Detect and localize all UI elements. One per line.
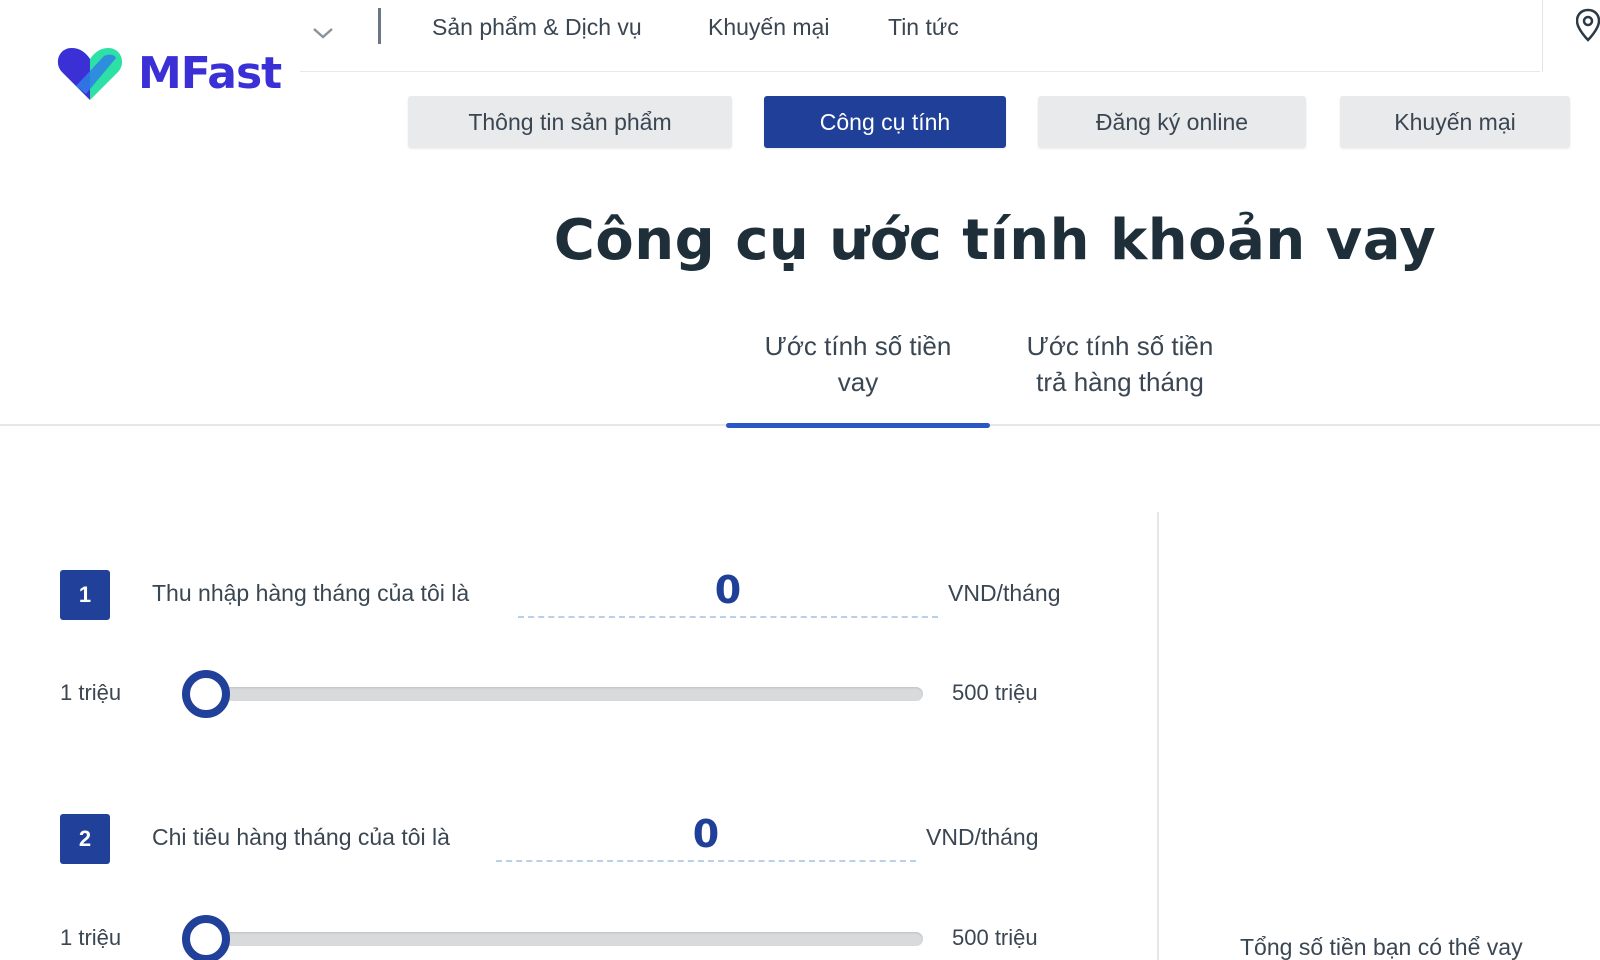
nav-divider [378,8,381,44]
result-label: Tổng số tiền bạn có thể vay [1240,934,1523,960]
header-right-divider [1542,0,1543,72]
step-1-unit: VND/tháng [948,580,1061,606]
brand-name: MFast [138,47,282,99]
monthly-income-slider-track[interactable] [205,687,923,701]
nav-link-news[interactable]: Tin tức [888,14,959,41]
calc-tab-loan-amount-line2: vay [837,367,879,397]
brand-logo[interactable]: MFast [56,42,282,104]
step-1-label: Thu nhập hàng tháng của tôi là [152,580,470,606]
calc-tab-monthly-payment[interactable]: Ước tính số tiền trả hàng tháng [1008,328,1232,400]
calc-tab-monthly-payment-line1: Ước tính số tiền [1026,331,1214,361]
step-1-range-max: 500 triệu [952,680,1038,705]
heart-logo-icon [57,48,123,100]
monthly-expense-slider-track[interactable] [205,932,923,946]
step-2-range-min: 1 triệu [60,925,122,950]
tab-promotions[interactable]: Khuyến mại [1340,96,1570,148]
chevron-down-icon[interactable] [312,26,334,40]
location-pin-icon[interactable] [1576,8,1600,44]
tab-online-registration[interactable]: Đăng ký online [1038,96,1306,148]
calc-tab-loan-amount-line1: Ước tính số tiền [764,331,952,361]
page-title: Công cụ ước tính khoản vay [553,208,1437,273]
step-2-badge: 2 [60,814,110,864]
step-2-unit: VND/tháng [926,824,1039,850]
step-2-range-max: 500 triệu [952,925,1038,950]
top-navigation: Sản phẩm & Dịch vụ Khuyến mại Tin tức [300,0,1540,72]
monthly-income-slider-thumb[interactable] [182,670,230,718]
monthly-expense-slider-thumb[interactable] [182,915,230,960]
nav-link-products-services[interactable]: Sản phẩm & Dịch vụ [432,14,642,41]
step-2-label: Chi tiêu hàng tháng của tôi là [152,824,450,850]
monthly-income-input[interactable]: 0 [518,566,938,618]
tab-product-info[interactable]: Thông tin sản phẩm [408,96,732,148]
nav-link-promotions[interactable]: Khuyến mại [708,14,829,41]
monthly-expense-input[interactable]: 0 [496,810,916,862]
step-1-badge: 1 [60,570,110,620]
panel-divider [1157,512,1159,960]
step-1-range-min: 1 triệu [60,680,122,705]
calc-tab-loan-amount[interactable]: Ước tính số tiền vay [748,328,968,400]
calc-tab-monthly-payment-line2: trả hàng tháng [1036,367,1204,397]
tab-calculator[interactable]: Công cụ tính [764,96,1006,148]
active-tab-indicator [726,423,990,428]
